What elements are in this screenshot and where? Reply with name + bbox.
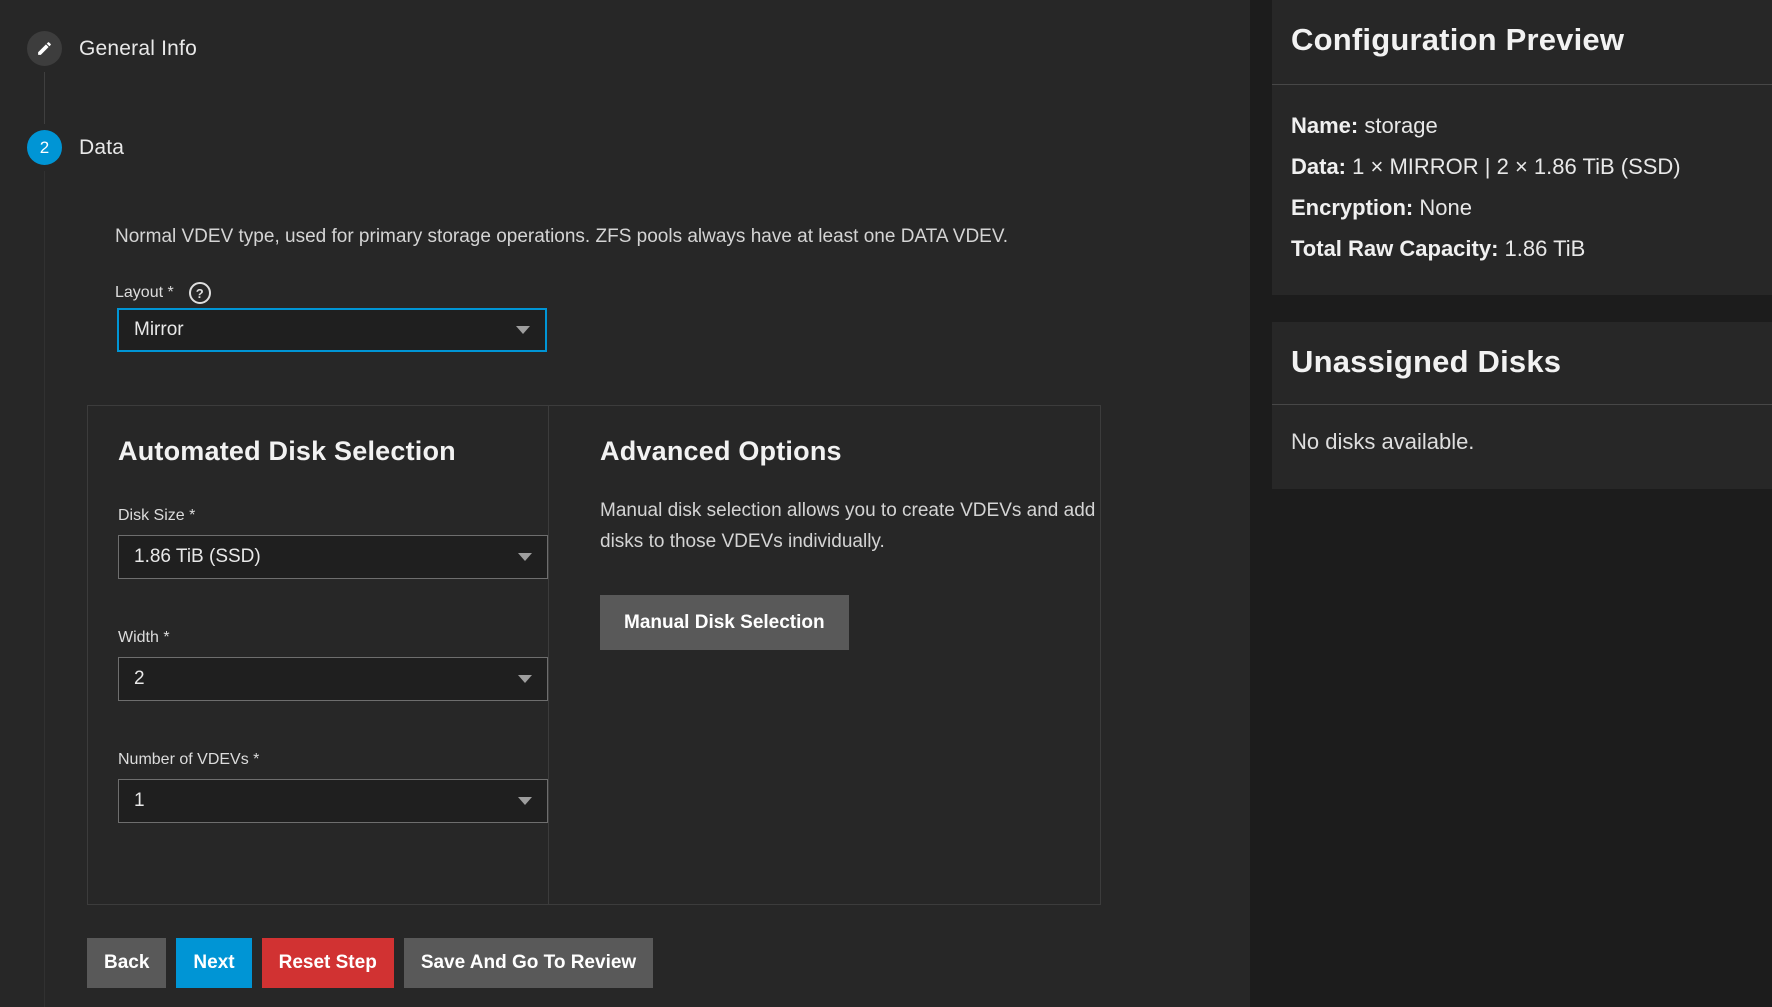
data-vdev-description: Normal VDEV type, used for primary stora… [115,226,1008,248]
step-connector-line [44,72,45,124]
step-label-general-info: General Info [79,37,197,61]
unassigned-disks-title: Unassigned Disks [1291,344,1772,380]
unassigned-disks-header: Unassigned Disks [1272,322,1772,405]
config-preview-card: Configuration Preview Name: storage Data… [1272,0,1772,295]
config-row-value: storage [1364,113,1437,138]
config-preview-body: Name: storage Data: 1 × MIRROR | 2 × 1.8… [1272,85,1772,269]
step-indicator-active: 2 [27,130,62,165]
next-button[interactable]: Next [176,938,251,988]
vdev-count-field: Number of VDEVs * 1 [118,751,548,823]
advanced-options-section: Advanced Options Manual disk selection a… [549,406,1100,904]
vdev-count-label: Number of VDEVs * [118,751,548,769]
config-preview-title: Configuration Preview [1291,22,1772,58]
config-row-value: None [1419,195,1472,220]
disk-size-label: Disk Size * [118,507,548,525]
config-row-label: Encryption: [1291,195,1413,220]
save-review-button[interactable]: Save And Go To Review [404,938,653,988]
config-row-capacity: Total Raw Capacity: 1.86 TiB [1291,228,1772,269]
advanced-section-title: Advanced Options [600,436,1100,467]
layout-select-value: Mirror [134,319,184,341]
config-row-value: 1.86 TiB [1505,236,1586,261]
config-preview-header: Configuration Preview [1272,0,1772,85]
vdev-count-select[interactable]: 1 [118,779,548,823]
config-row-encryption: Encryption: None [1291,187,1772,228]
wizard-main-area: General Info 2 Data Normal VDEV type, us… [0,0,1250,1007]
layout-select[interactable]: Mirror [117,308,547,352]
no-disks-text: No disks available. [1291,425,1772,455]
config-row-value: 1 × MIRROR | 2 × 1.86 TiB (SSD) [1352,154,1681,179]
width-select-value: 2 [134,668,145,690]
manual-disk-selection-button[interactable]: Manual Disk Selection [600,595,849,650]
disk-size-field: Disk Size * 1.86 TiB (SSD) [118,507,548,579]
automated-section-title: Automated Disk Selection [118,436,548,467]
disk-size-select[interactable]: 1.86 TiB (SSD) [118,535,548,579]
unassigned-disks-body: No disks available. [1272,405,1772,455]
chevron-down-icon [518,553,532,561]
chevron-down-icon [518,797,532,805]
layout-label: Layout * [115,284,174,302]
stepper-step-data[interactable]: 2 Data [27,130,124,165]
stepper-step-general-info[interactable]: General Info [27,31,197,66]
sidebar: Configuration Preview Name: storage Data… [1272,0,1772,1007]
config-row-label: Data: [1291,154,1346,179]
help-icon[interactable]: ? [189,282,211,304]
config-row-name: Name: storage [1291,105,1772,146]
step-number: 2 [40,138,49,158]
reset-step-button[interactable]: Reset Step [262,938,394,988]
config-row-data: Data: 1 × MIRROR | 2 × 1.86 TiB (SSD) [1291,146,1772,187]
config-row-label: Total Raw Capacity: [1291,236,1498,261]
edit-icon [36,40,53,57]
step-actions: Back Next Reset Step Save And Go To Revi… [87,938,653,988]
chevron-down-icon [518,675,532,683]
back-button[interactable]: Back [87,938,166,988]
step-indicator-completed [27,31,62,66]
width-label: Width * [118,629,548,647]
step-label-data: Data [79,136,124,160]
disk-size-select-value: 1.86 TiB (SSD) [134,546,261,568]
config-row-label: Name: [1291,113,1358,138]
width-select[interactable]: 2 [118,657,548,701]
width-field: Width * 2 [118,629,548,701]
automated-disk-selection-section: Automated Disk Selection Disk Size * 1.8… [88,406,549,904]
disk-selection-panel: Automated Disk Selection Disk Size * 1.8… [87,405,1101,905]
unassigned-disks-card: Unassigned Disks No disks available. [1272,322,1772,489]
vdev-count-select-value: 1 [134,790,145,812]
chevron-down-icon [516,326,530,334]
step-connector-line [44,171,45,1007]
advanced-description: Manual disk selection allows you to crea… [600,495,1100,557]
